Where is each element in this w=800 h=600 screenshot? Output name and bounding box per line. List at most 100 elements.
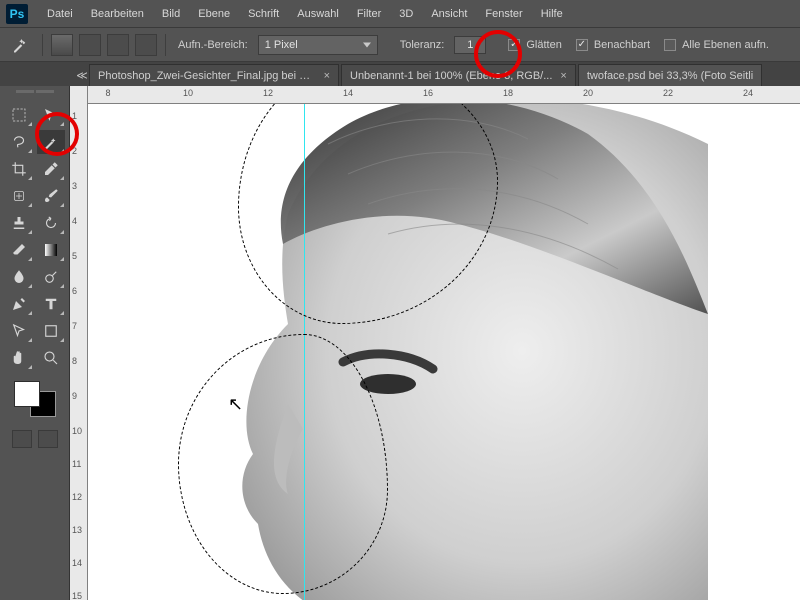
ruler-tick: 8: [72, 356, 77, 366]
selection-add-icon[interactable]: [79, 34, 101, 56]
vertical-ruler: 1 2 3 4 5 6 7 8 9 10 11 12 13 14 15: [70, 86, 88, 600]
tab-scroll-left-icon[interactable]: ≪: [75, 64, 89, 86]
all-layers-checkbox[interactable]: Alle Ebenen aufn.: [660, 39, 773, 51]
all-layers-label: Alle Ebenen aufn.: [682, 39, 769, 51]
ruler-tick: 14: [343, 88, 353, 98]
separator: [165, 34, 166, 56]
tolerance-label: Toleranz:: [396, 39, 449, 51]
ruler-tick: 7: [72, 321, 77, 331]
tool-marquee[interactable]: [5, 103, 33, 127]
tool-type[interactable]: [37, 292, 65, 316]
ruler-tick: 11: [72, 459, 81, 469]
menu-ansicht[interactable]: Ansicht: [422, 8, 476, 20]
contiguous-checkbox[interactable]: Benachbart: [572, 39, 654, 51]
menu-hilfe[interactable]: Hilfe: [532, 8, 572, 20]
color-swatches[interactable]: [12, 379, 58, 419]
contiguous-label: Benachbart: [594, 39, 650, 51]
close-icon[interactable]: ×: [324, 70, 330, 82]
menu-ebene[interactable]: Ebene: [189, 8, 239, 20]
ruler-tick: 10: [183, 88, 193, 98]
selection-intersect-icon[interactable]: [135, 34, 157, 56]
tool-history-brush[interactable]: [37, 211, 65, 235]
menu-bearbeiten[interactable]: Bearbeiten: [82, 8, 153, 20]
close-icon[interactable]: ×: [560, 70, 566, 82]
ruler-tick: 8: [105, 88, 110, 98]
menu-filter[interactable]: Filter: [348, 8, 390, 20]
document-tab-label: Unbenannt-1 bei 100% (Ebene 3, RGB/...: [350, 70, 552, 82]
tool-eyedropper[interactable]: [37, 157, 65, 181]
ruler-tick: 20: [583, 88, 593, 98]
menu-schrift[interactable]: Schrift: [239, 8, 288, 20]
tool-blur[interactable]: [5, 265, 33, 289]
ruler-tick: 14: [72, 558, 82, 568]
ruler-tick: 13: [72, 525, 82, 535]
menu-3d[interactable]: 3D: [390, 8, 422, 20]
workarea: 1 2 3 4 5 6 7 8 9 10 11 12 13 14 15 8 10…: [0, 86, 800, 600]
menu-auswahl[interactable]: Auswahl: [288, 8, 348, 20]
app-logo: Ps: [6, 4, 28, 24]
panel-grip-icon[interactable]: [5, 90, 65, 98]
antialias-label: Glätten: [526, 39, 561, 51]
menu-datei[interactable]: Datei: [38, 8, 82, 20]
antialias-checkbox[interactable]: Glätten: [504, 39, 565, 51]
checkbox-icon: [664, 39, 676, 51]
tool-move[interactable]: [37, 103, 65, 127]
tool-zoom[interactable]: [37, 346, 65, 370]
sample-size-label: Aufn.-Bereich:: [174, 39, 252, 51]
menu-fenster[interactable]: Fenster: [476, 8, 531, 20]
document-tab[interactable]: twoface.psd bei 33,3% (Foto Seitli: [578, 64, 762, 86]
foreground-color[interactable]: [14, 381, 40, 407]
checkbox-icon: [576, 39, 588, 51]
quickmask-toggle[interactable]: [12, 430, 32, 448]
canvas[interactable]: ↖: [88, 104, 800, 600]
selection-subtract-icon[interactable]: [107, 34, 129, 56]
canvas-viewport[interactable]: 8 10 12 14 16 18 20 22 24: [88, 86, 800, 600]
separator: [42, 34, 43, 56]
ruler-tick: 6: [72, 286, 77, 296]
ruler-tick: 4: [72, 216, 77, 226]
sample-size-value: 1 Pixel: [265, 39, 298, 51]
tool-path-select[interactable]: [5, 319, 33, 343]
document-tab-label: twoface.psd bei 33,3% (Foto Seitli: [587, 70, 753, 82]
document-tab[interactable]: Photoshop_Zwei-Gesichter_Final.jpg bei 7…: [89, 64, 339, 86]
sample-size-dropdown[interactable]: 1 Pixel: [258, 35, 378, 55]
options-bar: Aufn.-Bereich: 1 Pixel Toleranz: Glätten…: [0, 28, 800, 62]
tool-brush[interactable]: [37, 184, 65, 208]
ruler-tick: 18: [503, 88, 513, 98]
tolerance-input[interactable]: [454, 36, 486, 54]
ruler-tick: 22: [663, 88, 673, 98]
ruler-tick: 24: [743, 88, 753, 98]
document-tab-label: Photoshop_Zwei-Gesichter_Final.jpg bei 7…: [98, 70, 316, 82]
ruler-tick: 9: [72, 391, 77, 401]
ruler-tick: 15: [72, 591, 82, 600]
tool-dodge[interactable]: [37, 265, 65, 289]
tool-preset-wand-icon[interactable]: [6, 32, 34, 58]
tool-pen[interactable]: [5, 292, 33, 316]
screenmode-toggle[interactable]: [38, 430, 58, 448]
menu-bild[interactable]: Bild: [153, 8, 189, 20]
ruler-tick: 5: [72, 251, 77, 261]
ruler-tick: 10: [72, 426, 82, 436]
tools-panel: [0, 86, 70, 600]
ruler-tick: 2: [72, 146, 77, 156]
ruler-tick: 1: [72, 111, 77, 121]
selection-new-icon[interactable]: [51, 34, 73, 56]
tool-shape[interactable]: [37, 319, 65, 343]
tool-healing[interactable]: [5, 184, 33, 208]
tool-crop[interactable]: [5, 157, 33, 181]
menubar: Ps Datei Bearbeiten Bild Ebene Schrift A…: [0, 0, 800, 28]
ruler-tick: 16: [423, 88, 433, 98]
document-tabbar: ≪ Photoshop_Zwei-Gesichter_Final.jpg bei…: [0, 62, 800, 86]
ruler-tick: 12: [263, 88, 273, 98]
ruler-tick: 3: [72, 181, 77, 191]
tool-magic-wand[interactable]: [37, 130, 65, 154]
document-tab[interactable]: Unbenannt-1 bei 100% (Ebene 3, RGB/... ×: [341, 64, 576, 86]
ruler-tick: 12: [72, 492, 82, 502]
tool-stamp[interactable]: [5, 211, 33, 235]
horizontal-ruler: 8 10 12 14 16 18 20 22 24: [88, 86, 800, 104]
tool-lasso[interactable]: [5, 130, 33, 154]
tool-gradient[interactable]: [37, 238, 65, 262]
tool-eraser[interactable]: [5, 238, 33, 262]
checkbox-icon: [508, 39, 520, 51]
tool-hand[interactable]: [5, 346, 33, 370]
